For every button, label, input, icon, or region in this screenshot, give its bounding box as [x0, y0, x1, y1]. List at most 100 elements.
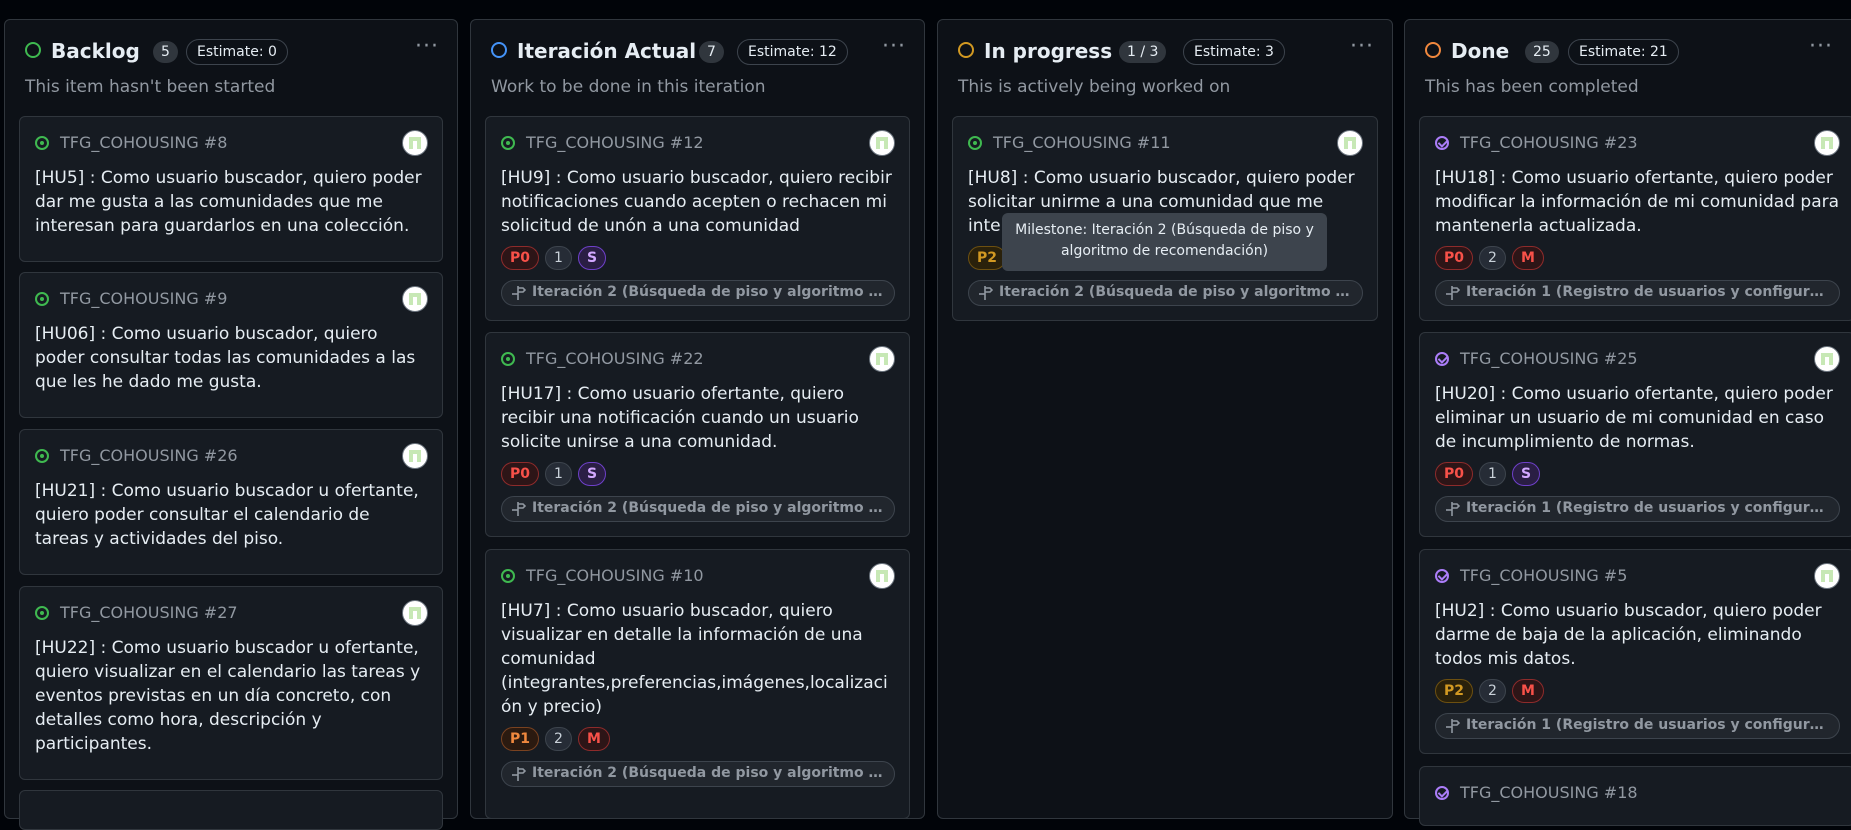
status-circle-icon: [958, 42, 974, 58]
priority-label[interactable]: P2: [968, 246, 1007, 270]
field-labels: P1 2 M: [501, 727, 616, 751]
priority-label[interactable]: P0: [501, 462, 540, 486]
milestone-icon: [1446, 719, 1460, 733]
field-labels: P0 1 S: [501, 246, 612, 270]
column-menu-button[interactable]: ···: [1350, 34, 1374, 59]
item-count-badge: 5: [153, 41, 178, 63]
priority-label[interactable]: P0: [501, 246, 540, 270]
issue-card[interactable]: TFG_COHOUSING #5 [HU2] : Como usuario bu…: [1419, 549, 1851, 754]
issue-title[interactable]: [HU20] : Como usuario ofertante, quiero …: [1435, 382, 1840, 454]
size-label[interactable]: S: [577, 246, 607, 270]
milestone-chip[interactable]: Iteración 1 (Registro de usuarios y conf…: [1435, 280, 1840, 306]
issue-reference[interactable]: TFG_COHOUSING #26: [60, 446, 238, 465]
size-label[interactable]: S: [577, 462, 607, 486]
field-labels: P0 1 S: [501, 462, 612, 486]
size-label[interactable]: M: [1511, 246, 1544, 270]
column-in-progress: In progress 1 / 3 Estimate: 3 ··· This i…: [937, 19, 1393, 819]
milestone-chip[interactable]: Iteración 2 (Búsqueda de piso y algoritm…: [501, 496, 895, 522]
open-issue-icon: [501, 569, 515, 583]
estimate-label[interactable]: 1: [1479, 462, 1506, 486]
issue-reference[interactable]: TFG_COHOUSING #27: [60, 603, 238, 622]
assignee-avatar[interactable]: [402, 600, 428, 626]
issue-card[interactable]: TFG_COHOUSING #12 [HU9] : Como usuario b…: [485, 116, 910, 321]
estimate-badge: Estimate: 12: [737, 39, 848, 65]
column-title: Iteración Actual: [517, 39, 697, 63]
assignee-avatar[interactable]: [402, 443, 428, 469]
milestone-text: Iteración 2 (Búsqueda de piso y algoritm…: [532, 500, 884, 516]
issue-title[interactable]: [HU5] : Como usuario buscador, quiero po…: [35, 166, 428, 238]
size-label[interactable]: S: [1511, 462, 1541, 486]
issue-reference[interactable]: TFG_COHOUSING #11: [993, 133, 1171, 152]
status-circle-icon: [491, 42, 507, 58]
milestone-text: Iteración 2 (Búsqueda de piso y algoritm…: [532, 284, 884, 300]
issue-card[interactable]: TFG_COHOUSING #25 [HU20] : Como usuario …: [1419, 332, 1851, 537]
issue-reference[interactable]: TFG_COHOUSING #23: [1460, 133, 1638, 152]
assignee-avatar[interactable]: [1337, 130, 1363, 156]
issue-title[interactable]: [HU17] : Como usuario ofertante, quiero …: [501, 382, 895, 454]
assignee-avatar[interactable]: [869, 130, 895, 156]
issue-card[interactable]: TFG_COHOUSING #10 [HU7] : Como usuario b…: [485, 549, 910, 819]
issue-card[interactable]: TFG_COHOUSING #18: [1419, 766, 1851, 826]
assignee-avatar[interactable]: [1814, 563, 1840, 589]
estimate-label[interactable]: 1: [545, 246, 572, 270]
column-iteracion-actual: Iteración Actual 7 Estimate: 12 ··· Work…: [470, 19, 925, 819]
milestone-icon: [512, 502, 526, 516]
assignee-avatar[interactable]: [869, 563, 895, 589]
estimate-label[interactable]: 2: [1479, 679, 1506, 703]
column-title: Backlog: [51, 39, 140, 63]
issue-reference[interactable]: TFG_COHOUSING #10: [526, 566, 704, 585]
priority-label[interactable]: P1: [501, 727, 540, 751]
milestone-chip[interactable]: Iteración 2 (Búsqueda de piso y algoritm…: [501, 761, 895, 787]
closed-issue-icon: [1435, 352, 1449, 366]
column-menu-button[interactable]: ···: [415, 34, 439, 59]
size-label[interactable]: M: [1511, 679, 1544, 703]
issue-reference[interactable]: TFG_COHOUSING #5: [1460, 566, 1627, 585]
issue-card[interactable]: [19, 790, 443, 830]
assignee-avatar[interactable]: [1814, 130, 1840, 156]
issue-reference[interactable]: TFG_COHOUSING #12: [526, 133, 704, 152]
issue-title[interactable]: [HU7] : Como usuario buscador, quiero vi…: [501, 599, 895, 719]
priority-label[interactable]: P0: [1435, 462, 1474, 486]
milestone-chip[interactable]: Iteración 1 (Registro de usuarios y conf…: [1435, 713, 1840, 739]
issue-reference[interactable]: TFG_COHOUSING #22: [526, 349, 704, 368]
issue-title[interactable]: [HU2] : Como usuario buscador, quiero po…: [1435, 599, 1840, 671]
priority-label[interactable]: P2: [1435, 679, 1474, 703]
issue-card[interactable]: TFG_COHOUSING #9 [HU06] : Como usuario b…: [19, 272, 443, 418]
issue-card[interactable]: TFG_COHOUSING #26 [HU21] : Como usuario …: [19, 429, 443, 575]
milestone-chip[interactable]: Iteración 1 (Registro de usuarios y conf…: [1435, 496, 1840, 522]
issue-card[interactable]: TFG_COHOUSING #27 [HU22] : Como usuario …: [19, 586, 443, 780]
estimate-label[interactable]: 2: [1479, 246, 1506, 270]
milestone-chip[interactable]: Iteración 2 (Búsqueda de piso y algoritm…: [501, 280, 895, 306]
size-label[interactable]: M: [577, 727, 610, 751]
assignee-avatar[interactable]: [869, 346, 895, 372]
open-issue-icon: [35, 449, 49, 463]
issue-title[interactable]: [HU18] : Como usuario ofertante, quiero …: [1435, 166, 1840, 238]
milestone-text: Iteración 1 (Registro de usuarios y conf…: [1466, 500, 1829, 516]
column-menu-button[interactable]: ···: [1809, 34, 1833, 59]
issue-card[interactable]: TFG_COHOUSING #8 [HU5] : Como usuario bu…: [19, 116, 443, 262]
issue-title[interactable]: [HU22] : Como usuario buscador u ofertan…: [35, 636, 428, 756]
milestone-icon: [1446, 502, 1460, 516]
milestone-chip[interactable]: Iteración 2 (Búsqueda de piso y algoritm…: [968, 280, 1363, 306]
issue-title[interactable]: [HU21] : Como usuario buscador u ofertan…: [35, 479, 428, 551]
issue-card[interactable]: TFG_COHOUSING #23 [HU18] : Como usuario …: [1419, 116, 1851, 321]
column-title: In progress: [984, 39, 1113, 63]
assignee-avatar[interactable]: [402, 286, 428, 312]
milestone-icon: [512, 286, 526, 300]
estimate-label[interactable]: 2: [545, 727, 572, 751]
assignee-avatar[interactable]: [1814, 346, 1840, 372]
column-menu-button[interactable]: ···: [882, 34, 906, 59]
open-issue-icon: [35, 606, 49, 620]
issue-card[interactable]: TFG_COHOUSING #22 [HU17] : Como usuario …: [485, 332, 910, 537]
priority-label[interactable]: P0: [1435, 246, 1474, 270]
issue-title[interactable]: [HU06] : Como usuario buscador, quiero p…: [35, 322, 428, 394]
assignee-avatar[interactable]: [402, 130, 428, 156]
issue-reference[interactable]: TFG_COHOUSING #25: [1460, 349, 1638, 368]
estimate-label[interactable]: 1: [545, 462, 572, 486]
issue-reference[interactable]: TFG_COHOUSING #9: [60, 289, 227, 308]
issue-reference[interactable]: TFG_COHOUSING #8: [60, 133, 227, 152]
issue-title[interactable]: [HU9] : Como usuario buscador, quiero re…: [501, 166, 895, 238]
item-count-badge: 25: [1525, 41, 1559, 63]
column-header: Iteración Actual 7 Estimate: 12 ··· Work…: [471, 20, 924, 120]
field-labels: P0 1 S: [1435, 462, 1546, 486]
